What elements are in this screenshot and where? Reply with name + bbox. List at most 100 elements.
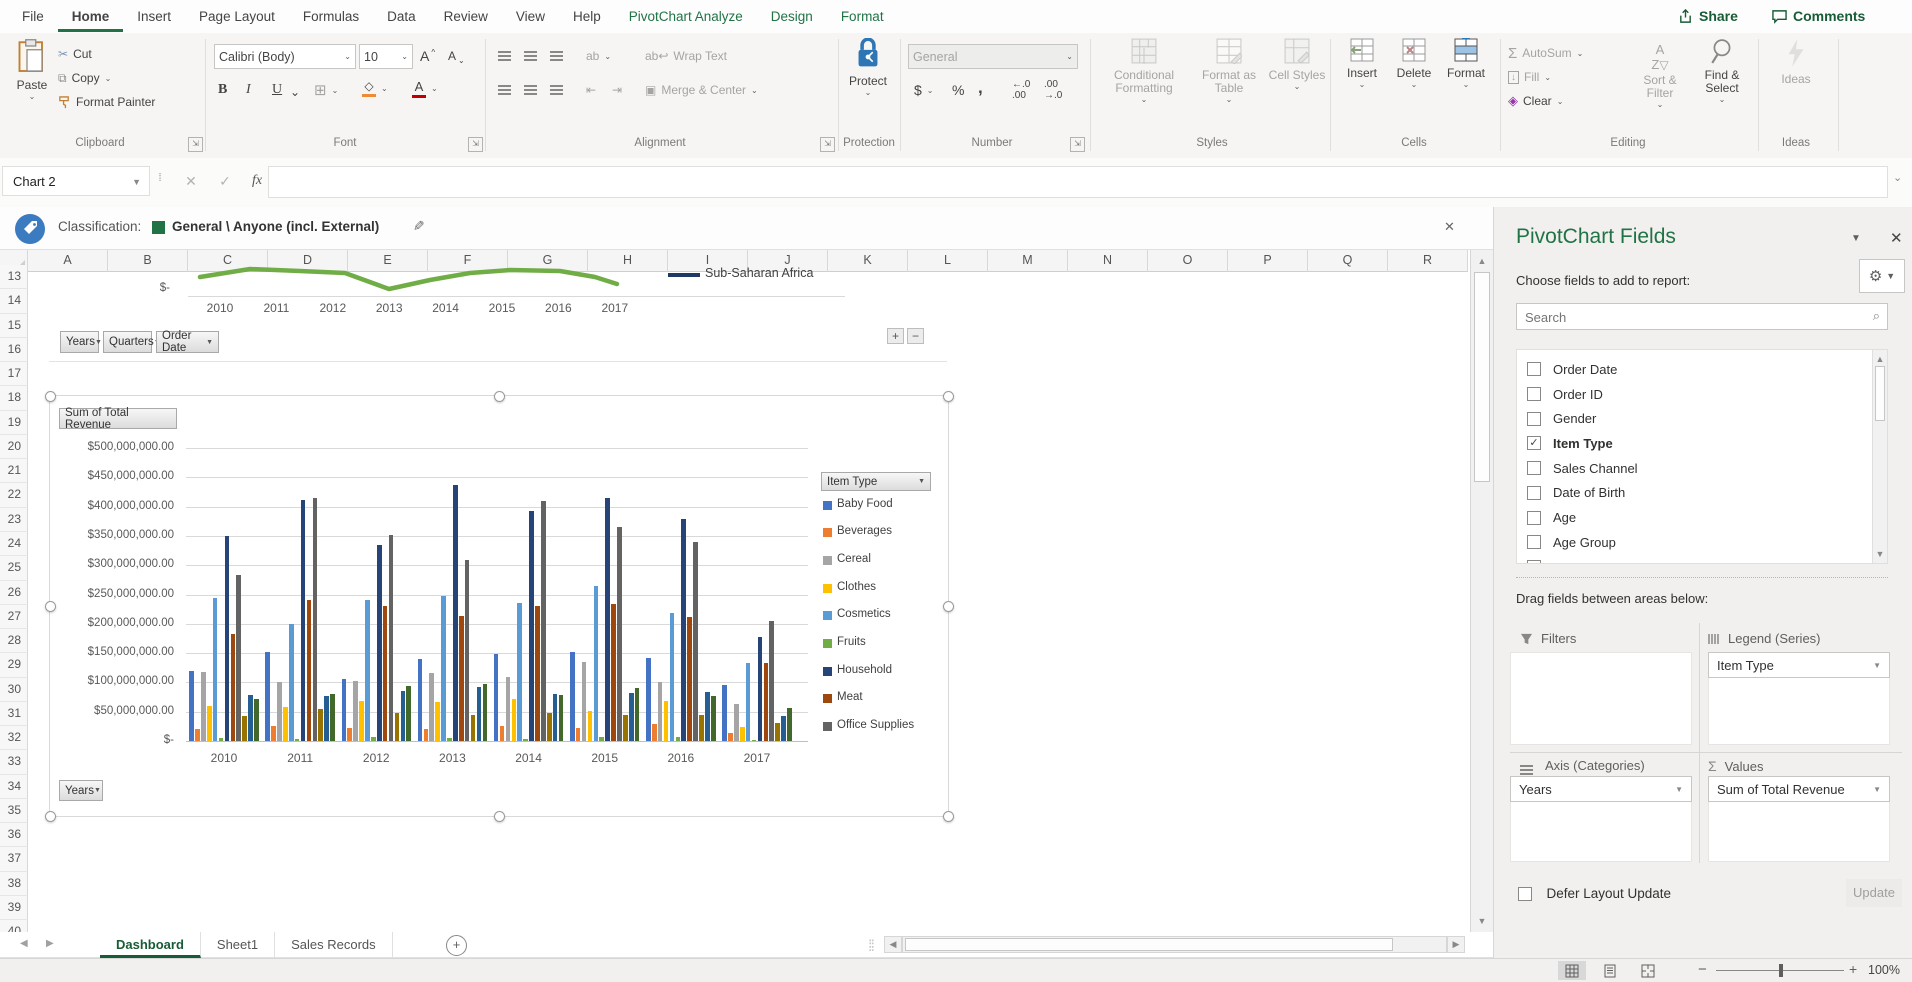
row-header-40[interactable]: 40	[0, 920, 28, 932]
bar-fruits-2017[interactable]	[752, 740, 757, 742]
normal-view-button[interactable]	[1558, 961, 1586, 980]
align-left-button[interactable]	[498, 79, 511, 101]
chart-selection-handle[interactable]	[943, 601, 954, 612]
hscroll-right-icon[interactable]: ▶	[1447, 936, 1465, 953]
fill-color-button[interactable]: ◇⌄	[362, 77, 388, 99]
bar-beverages-2016[interactable]	[652, 724, 657, 741]
sheet-tab-dashboard[interactable]: Dashboard	[100, 932, 201, 958]
grid-horizontal-scrollbar[interactable]	[902, 936, 1447, 953]
fill-button[interactable]: ↓Fill⌄	[1508, 66, 1551, 88]
field-item-item-type[interactable]: ✓Item Type	[1517, 431, 1867, 456]
number-format-select[interactable]: General⌄	[908, 44, 1078, 69]
pivot-bar-chart[interactable]: $500,000,000.00$450,000,000.00$400,000,0…	[49, 395, 949, 817]
row-header-38[interactable]: 38	[0, 872, 28, 896]
bar-baby-food-2013[interactable]	[418, 659, 423, 741]
add-sheet-icon[interactable]: +	[446, 935, 467, 956]
ribbon-tab-insert[interactable]: Insert	[123, 2, 185, 32]
bar-baby-food-2016[interactable]	[646, 658, 651, 741]
row-header-36[interactable]: 36	[0, 823, 28, 847]
align-bottom-button[interactable]	[550, 45, 563, 67]
bar-cereal-2016[interactable]	[658, 682, 663, 741]
bar-cosmetics-2014[interactable]	[517, 603, 522, 741]
legend-label-clothes[interactable]: Clothes	[837, 581, 876, 593]
bar-meat-2016[interactable]	[687, 617, 692, 741]
bar-personal-care-2011[interactable]	[318, 709, 323, 741]
bar-snacks-2012[interactable]	[401, 691, 406, 741]
row-header-27[interactable]: 27	[0, 605, 28, 629]
horizontal-scroll-thumb[interactable]	[905, 938, 1393, 951]
pane-options-dropdown-icon[interactable]: ▼	[1851, 233, 1861, 244]
field-checkbox-sales-channel[interactable]	[1527, 461, 1541, 475]
bar-snacks-2016[interactable]	[705, 692, 710, 741]
bar-meat-2017[interactable]	[764, 663, 769, 741]
bar-beverages-2011[interactable]	[271, 726, 276, 741]
sheet-tab-sales-records[interactable]: Sales Records	[275, 932, 393, 958]
bar-snacks-2011[interactable]	[324, 696, 329, 741]
row-header-22[interactable]: 22	[0, 483, 28, 507]
bar-cosmetics-2011[interactable]	[289, 624, 294, 741]
clipboard-dialog-launcher[interactable]: ⇲	[188, 137, 203, 152]
bar-baby-food-2015[interactable]	[570, 652, 575, 741]
bar-household-2013[interactable]	[453, 485, 458, 741]
bar-vegetables-2012[interactable]	[406, 686, 411, 741]
close-classification-icon[interactable]: ✕	[1444, 219, 1455, 235]
italic-button[interactable]: I	[246, 79, 251, 101]
prev-sheet-icon[interactable]: ◀	[20, 938, 28, 949]
bar-clothes-2017[interactable]	[740, 727, 745, 741]
enter-formula-icon[interactable]: ✓	[210, 166, 240, 196]
axis-pill-years[interactable]: Years▼	[1510, 776, 1692, 802]
copy-button[interactable]: ⧉Copy⌄	[58, 67, 111, 89]
underline-dropdown-icon[interactable]: ⌄	[290, 81, 300, 103]
field-item-age[interactable]: Age	[1517, 505, 1867, 530]
bar-fruits-2015[interactable]	[599, 737, 604, 741]
ribbon-tab-format[interactable]: Format	[827, 2, 898, 32]
field-item-date-of-birth[interactable]: Date of Birth	[1517, 481, 1867, 506]
bar-office-supplies-2010[interactable]	[236, 575, 241, 741]
bar-fruits-2012[interactable]	[371, 737, 376, 741]
field-item-gender[interactable]: Gender	[1517, 406, 1867, 431]
bar-office-supplies-2016[interactable]	[693, 542, 698, 741]
format-painter-button[interactable]: Format Painter	[58, 91, 155, 113]
column-header-M[interactable]: M	[988, 250, 1068, 272]
conditional-formatting-button[interactable]: Conditional Formatting ⌄	[1098, 38, 1190, 134]
row-header-24[interactable]: 24	[0, 532, 28, 556]
bar-personal-care-2012[interactable]	[395, 713, 400, 741]
decrease-font-button[interactable]: A⌄	[448, 45, 465, 67]
bar-beverages-2013[interactable]	[424, 729, 429, 741]
tools-button[interactable]: ⚙▼	[1859, 259, 1905, 293]
bar-office-supplies-2017[interactable]	[769, 621, 774, 741]
paste-button[interactable]: Paste ⌄	[6, 38, 58, 134]
expand-formula-bar-icon[interactable]: ⌄	[1893, 171, 1902, 184]
field-checkbox-gender[interactable]	[1527, 412, 1541, 426]
row-header-19[interactable]: 19	[0, 411, 28, 435]
row-header-39[interactable]: 39	[0, 896, 28, 920]
delete-cells-button[interactable]: Delete ⌄	[1390, 38, 1438, 134]
legend-drop-area[interactable]: Item Type▼	[1708, 652, 1890, 745]
edit-classification-icon[interactable]: ✎	[409, 220, 426, 232]
column-header-O[interactable]: O	[1148, 250, 1228, 272]
format-as-table-button[interactable]: Format as Table ⌄	[1194, 38, 1264, 134]
row-header-18[interactable]: 18	[0, 386, 28, 410]
font-size-select[interactable]: 10⌄	[359, 44, 413, 69]
format-cells-button[interactable]: Format ⌄	[1442, 38, 1490, 134]
bar-cosmetics-2017[interactable]	[746, 663, 751, 741]
legend-label-meat[interactable]: Meat	[837, 691, 863, 703]
field-item-order-date[interactable]: Order Date	[1517, 357, 1867, 382]
row-header-35[interactable]: 35	[0, 799, 28, 823]
align-middle-button[interactable]	[524, 45, 537, 67]
chart-selection-handle[interactable]	[943, 391, 954, 402]
chart-selection-handle[interactable]	[943, 811, 954, 822]
bar-vegetables-2015[interactable]	[635, 688, 640, 741]
cell-styles-button[interactable]: Cell Styles ⌄	[1268, 38, 1326, 134]
bar-vegetables-2011[interactable]	[330, 694, 335, 741]
bar-office-supplies-2013[interactable]	[465, 560, 470, 741]
font-name-select[interactable]: Calibri (Body)⌄	[214, 44, 356, 69]
grid-vertical-scrollbar[interactable]: ▲ ▼	[1470, 250, 1493, 932]
cancel-formula-icon[interactable]: ✕	[176, 166, 206, 196]
increase-decimal-button[interactable]: ←.0.00	[1012, 79, 1030, 101]
row-header-30[interactable]: 30	[0, 678, 28, 702]
chart-axis-field-button[interactable]: Years▼	[59, 780, 103, 801]
name-box[interactable]: Chart 2 ▼	[2, 166, 150, 196]
underline-button[interactable]: U	[272, 79, 282, 101]
ribbon-tab-help[interactable]: Help	[559, 2, 615, 32]
